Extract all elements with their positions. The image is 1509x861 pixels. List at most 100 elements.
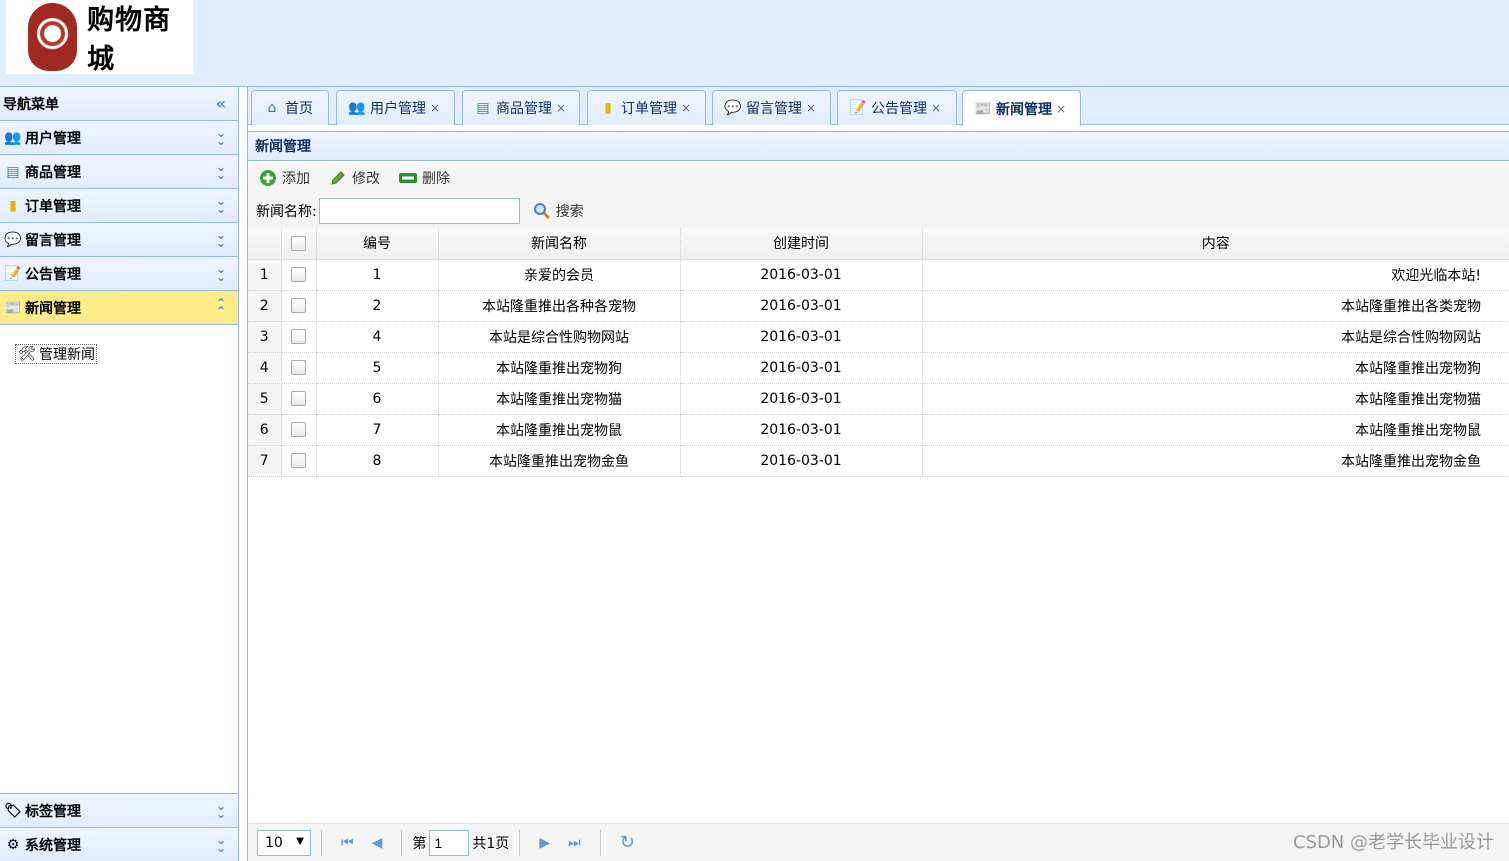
page-number-input[interactable] (429, 829, 470, 856)
close-icon[interactable]: × (1056, 102, 1066, 116)
tab-label: 用户管理 (370, 101, 426, 117)
row-checkbox[interactable] (291, 298, 306, 313)
edit-button-label: 修改 (352, 171, 380, 187)
cell-name: 本站隆重推出各种各宠物 (438, 290, 681, 322)
close-icon[interactable]: × (931, 101, 941, 115)
close-icon[interactable]: × (556, 101, 566, 115)
table-row[interactable]: 5 6 本站隆重推出宠物猫 2016-03-01 本站隆重推出宠物猫 (248, 383, 1509, 415)
tab-users[interactable]: 👥 用户管理 × (336, 90, 455, 125)
pagination-bar: 10 ▼ ⏮ ◀ 第 共1页 ▶ ⏭ ↻ CSDN @老学长毕业设计 (248, 823, 1509, 861)
cell-content: 欢迎光临本站! (922, 259, 1509, 291)
last-page-icon[interactable]: ⏭ (568, 835, 581, 851)
page-prefix: 第 (412, 835, 427, 852)
row-checkbox-cell[interactable] (281, 352, 317, 384)
rownum-header (248, 228, 282, 260)
speech-bubble-icon: 💬 (4, 231, 22, 248)
row-checkbox-cell[interactable] (281, 321, 317, 353)
row-checkbox-cell[interactable] (281, 383, 317, 415)
table-row[interactable]: 3 4 本站是综合性购物网站 2016-03-01 本站是综合性购物网站 (248, 321, 1509, 353)
sidebar-menu-orders[interactable]: ▮ 订单管理 ⌄ ⌄ (0, 189, 238, 223)
sidebar-menu-tags[interactable]: 🏷 标签管理 ⌄ ⌄ (0, 793, 238, 827)
sidebar-title-label: 导航菜单 (3, 96, 59, 113)
sidebar-menu-messages[interactable]: 💬 留言管理 ⌄ ⌄ (0, 223, 238, 257)
row-checkbox[interactable] (291, 329, 306, 344)
cell-created: 2016-03-01 (680, 352, 923, 384)
prev-page-icon[interactable]: ◀ (372, 835, 383, 851)
tab-news[interactable]: 📰 新闻管理 × (962, 90, 1081, 126)
sidebar-menu-news[interactable]: 📰 新闻管理 ⌃ ⌃ (0, 291, 238, 325)
close-icon[interactable]: × (430, 101, 440, 115)
table-row[interactable]: 6 7 本站隆重推出宠物鼠 2016-03-01 本站隆重推出宠物鼠 (248, 414, 1509, 446)
pager-separator (401, 829, 403, 856)
news-name-input[interactable] (318, 198, 520, 224)
list-icon: ▤ (476, 100, 490, 116)
sidebar-menu-goods[interactable]: ▤ 商品管理 ⌄ ⌄ (0, 155, 238, 189)
next-page-icon[interactable]: ▶ (539, 835, 550, 851)
table-row[interactable]: 4 5 本站隆重推出宠物狗 2016-03-01 本站隆重推出宠物狗 (248, 352, 1509, 384)
tab-home[interactable]: ⌂ 首页 (251, 90, 329, 125)
double-chevron-down-icon[interactable]: ⌄ ⌄ (214, 263, 228, 283)
row-checkbox[interactable] (291, 267, 306, 282)
news-icon: 📰 (974, 100, 992, 117)
sidebar-bottom-menus: 🏷 标签管理 ⌄ ⌄ ⚙ 系统管理 ⌄ ⌄ (0, 793, 238, 861)
cell-content: 本站隆重推出宠物鼠 (922, 414, 1509, 446)
double-chevron-down-icon[interactable]: ⌄ ⌄ (214, 161, 228, 181)
tab-notices[interactable]: 📝 公告管理 × (837, 90, 957, 125)
search-button[interactable]: 搜索 (532, 201, 584, 221)
table-row[interactable]: 7 8 本站隆重推出宠物金鱼 2016-03-01 本站隆重推出宠物金鱼 (248, 445, 1509, 477)
row-checkbox-cell[interactable] (281, 259, 317, 291)
row-checkbox-cell[interactable] (281, 445, 317, 477)
sidebar-item-manage-news[interactable]: 🛠 管理新闻 (15, 344, 97, 364)
table-row[interactable]: 1 1 亲爱的会员 2016-03-01 欢迎光临本站! (248, 259, 1509, 291)
double-chevron-left-icon[interactable]: « (216, 94, 226, 113)
row-checkbox[interactable] (291, 453, 306, 468)
first-page-icon[interactable]: ⏮ (341, 835, 354, 851)
refresh-icon[interactable]: ↻ (620, 832, 635, 853)
tab-messages[interactable]: 💬 留言管理 × (712, 90, 831, 125)
tab-orders[interactable]: ▮ 订单管理 × (587, 90, 706, 125)
close-icon[interactable]: × (806, 101, 816, 115)
tab-goods[interactable]: ▤ 商品管理 × (462, 90, 580, 125)
cell-id: 5 (316, 352, 439, 384)
table-row[interactable]: 2 2 本站隆重推出各种各宠物 2016-03-01 本站隆重推出各类宠物 (248, 290, 1509, 322)
cell-created: 2016-03-01 (680, 445, 923, 477)
users-icon: 👥 (4, 129, 22, 146)
double-chevron-down-icon[interactable]: ⌄ ⌄ (214, 195, 228, 215)
select-all-checkbox-cell[interactable] (281, 228, 317, 260)
cell-content: 本站是综合性购物网站 (922, 321, 1509, 353)
close-icon[interactable]: × (681, 101, 691, 115)
double-chevron-down-icon[interactable]: ⌄ ⌄ (214, 800, 228, 820)
row-checkbox-cell[interactable] (281, 290, 317, 322)
delete-button[interactable]: 删除 (398, 168, 450, 188)
sidebar-menu-notices[interactable]: 📝 公告管理 ⌄ ⌄ (0, 257, 238, 291)
sidebar-menu-label: 新闻管理 (25, 300, 81, 317)
column-header-content[interactable]: 内容 (922, 228, 1509, 260)
row-checkbox-cell[interactable] (281, 414, 317, 446)
add-button[interactable]: 添加 (258, 168, 310, 188)
double-chevron-down-icon[interactable]: ⌄ ⌄ (214, 229, 228, 249)
select-all-checkbox[interactable] (291, 235, 306, 251)
row-checkbox[interactable] (291, 360, 306, 375)
column-header-id[interactable]: 编号 (316, 228, 439, 260)
row-checkbox[interactable] (291, 422, 306, 437)
cell-content: 本站隆重推出宠物金鱼 (922, 445, 1509, 477)
double-chevron-up-icon[interactable]: ⌃ ⌃ (214, 297, 228, 317)
sidebar-menu-label: 商品管理 (25, 164, 81, 181)
sidebar-menu-system[interactable]: ⚙ 系统管理 ⌄ ⌄ (0, 827, 238, 861)
list-icon: ▤ (6, 163, 20, 180)
edit-button[interactable]: 修改 (328, 168, 380, 188)
panel-title-label: 新闻管理 (255, 139, 311, 155)
folder-icon: ▮ (604, 100, 612, 116)
double-chevron-down-icon[interactable]: ⌄ ⌄ (214, 127, 228, 147)
page-size-select[interactable]: 10 ▼ (257, 829, 311, 856)
sidebar: 导航菜单 « 👥 用户管理 ⌄ ⌄ ▤ 商品管理 ⌄ ⌄ ▮ 订单管理 ⌄ ⌄ 💬 留… (0, 87, 239, 861)
column-header-name[interactable]: 新闻名称 (438, 228, 681, 260)
double-chevron-down-icon[interactable]: ⌄ ⌄ (214, 834, 228, 854)
row-number: 3 (248, 321, 282, 353)
sidebar-menu-users[interactable]: 👥 用户管理 ⌄ ⌄ (0, 121, 238, 155)
cell-id: 2 (316, 290, 439, 322)
pager-separator (321, 829, 322, 856)
row-checkbox[interactable] (291, 391, 306, 406)
seal-logo-icon (28, 3, 78, 71)
column-header-created[interactable]: 创建时间 (680, 228, 923, 260)
